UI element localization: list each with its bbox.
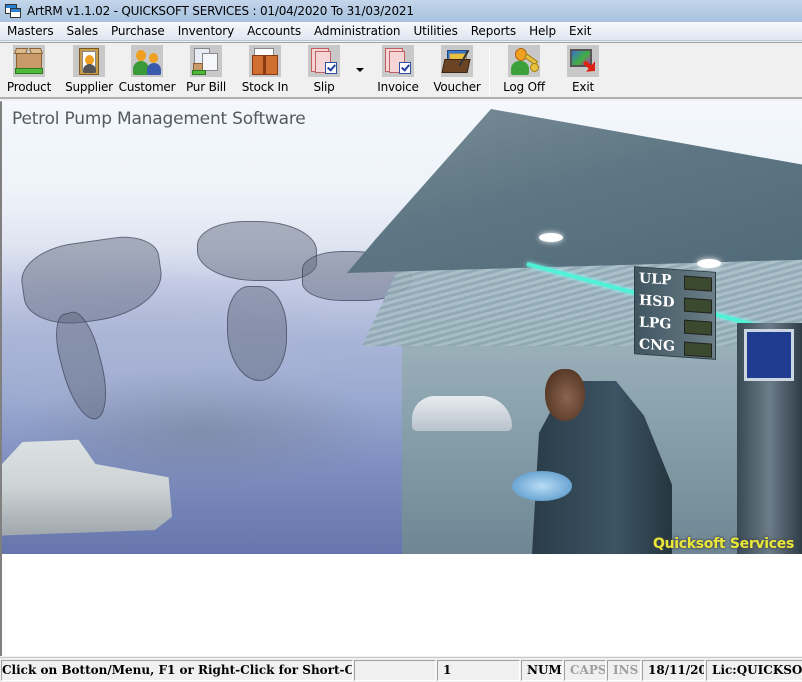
exit-arrow-icon <box>567 45 599 77</box>
slip-dropdown-arrow-icon[interactable] <box>356 68 364 72</box>
customer-label: Customer <box>118 80 176 94</box>
customer-button[interactable]: Customer <box>118 45 176 97</box>
supplier-clipboard-icon <box>73 45 105 77</box>
status-license: Lic:QUICKSOFT SERVICES <box>706 660 802 681</box>
pur-bill-button[interactable]: Pur Bill <box>184 45 228 97</box>
menu-administration[interactable]: Administration <box>307 22 406 41</box>
invoice-document-check-icon <box>382 45 414 77</box>
toolbar: Product Supplier Customer Pur Bill Stock… <box>0 42 802 99</box>
supplier-label: Supplier <box>65 80 113 94</box>
banner-brand: Quicksoft Services <box>652 536 794 552</box>
stock-in-label: Stock In <box>241 80 289 94</box>
menu-inventory[interactable]: Inventory <box>171 22 240 41</box>
fuel-nozzle <box>512 471 572 501</box>
product-button[interactable]: Product <box>6 45 52 97</box>
continent-shape <box>197 221 317 281</box>
status-date: 18/11/2020 <box>642 660 705 681</box>
menu-purchase[interactable]: Purchase <box>104 22 171 41</box>
banner-tagline: Petrol Pump Management Software <box>12 109 306 129</box>
continent-shape <box>48 307 116 425</box>
slip-button[interactable]: Slip <box>306 45 342 97</box>
status-bar: Click on Botton/Menu, F1 or Right-Click … <box>0 657 802 682</box>
status-number: 1 <box>437 660 520 681</box>
stock-in-box-icon <box>249 45 281 77</box>
slip-label: Slip <box>313 80 335 94</box>
status-num-lock: NUM <box>521 660 563 681</box>
product-boxes-icon <box>13 45 45 77</box>
ceiling-light <box>697 259 721 268</box>
fuel-price-board: ULP HSD LPG CNG <box>634 266 716 360</box>
dispenser-screen <box>744 329 794 381</box>
menu-utilities[interactable]: Utilities <box>406 22 463 41</box>
status-caps-lock: CAPS <box>564 660 606 681</box>
voucher-button[interactable]: Voucher <box>433 45 481 97</box>
vintage-car <box>2 439 172 536</box>
menu-help[interactable]: Help <box>522 22 562 41</box>
purchase-bill-icon <box>190 45 222 77</box>
slip-document-check-icon <box>308 45 340 77</box>
customer-users-icon <box>131 45 163 77</box>
title-bar: ArtRM v1.1.02 - QUICKSOFT SERVICES : 01/… <box>0 0 802 22</box>
menu-exit[interactable]: Exit <box>562 22 597 41</box>
status-blank-panel <box>354 660 436 681</box>
menu-masters[interactable]: Masters <box>0 22 60 41</box>
log-off-user-key-icon <box>508 45 540 77</box>
status-hint: Click on Botton/Menu, F1 or Right-Click … <box>1 660 353 681</box>
pur-bill-label: Pur Bill <box>185 80 226 94</box>
log-off-button[interactable]: Log Off <box>502 45 546 97</box>
log-off-label: Log Off <box>503 80 545 94</box>
menu-accounts[interactable]: Accounts <box>240 22 307 41</box>
voucher-label: Voucher <box>433 80 481 94</box>
invoice-button[interactable]: Invoice <box>376 45 420 97</box>
exit-button[interactable]: Exit <box>565 45 601 97</box>
status-insert: INS <box>607 660 641 681</box>
product-label: Product <box>6 80 52 94</box>
attendant-head <box>545 369 585 421</box>
toolbar-separator <box>489 47 490 95</box>
window-title: ArtRM v1.1.02 - QUICKSOFT SERVICES : 01/… <box>27 4 414 18</box>
continent-shape <box>17 231 167 331</box>
voucher-folder-icon <box>441 45 473 77</box>
stock-in-button[interactable]: Stock In <box>242 45 288 97</box>
invoice-label: Invoice <box>377 80 419 94</box>
app-windows-icon[interactable] <box>5 4 21 18</box>
white-car <box>412 396 512 431</box>
splash-banner-image: ULP HSD LPG CNG Petrol Pump Management S… <box>2 101 802 554</box>
menu-bar: Masters Sales Purchase Inventory Account… <box>0 22 802 41</box>
menu-sales[interactable]: Sales <box>60 22 104 41</box>
exit-label: Exit <box>572 80 594 94</box>
continent-shape <box>227 286 287 381</box>
supplier-button[interactable]: Supplier <box>64 45 114 97</box>
menu-reports[interactable]: Reports <box>464 22 522 41</box>
ceiling-light <box>539 233 563 242</box>
